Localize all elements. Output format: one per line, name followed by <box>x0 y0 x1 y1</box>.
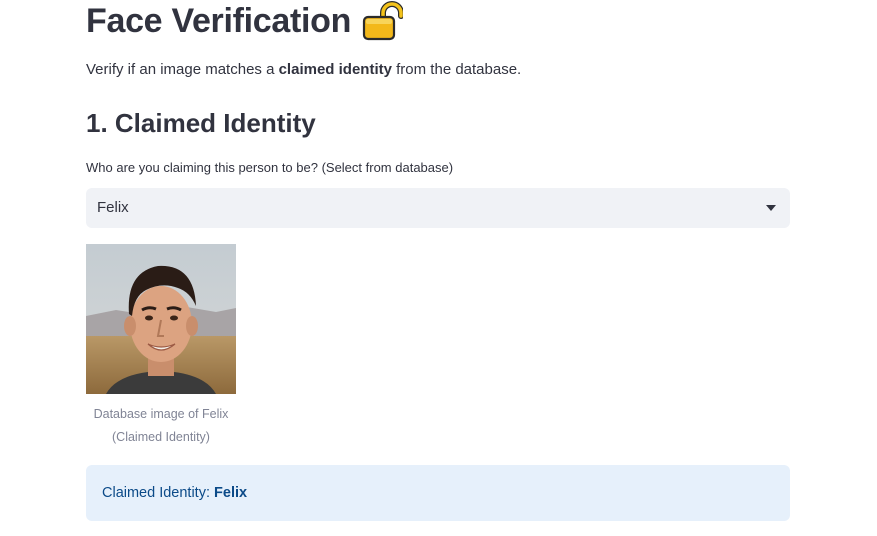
lock-icon <box>361 1 405 41</box>
intro-text: Verify if an image matches a claimed ide… <box>86 60 521 80</box>
identity-select[interactable]: Felix <box>86 188 790 228</box>
identity-select-label: Who are you claiming this person to be? … <box>86 160 454 175</box>
chevron-down-icon[interactable] <box>766 205 776 211</box>
caption-line-2: (Claimed Identity) <box>112 430 210 444</box>
title-row: Face Verification <box>86 0 405 42</box>
intro-prefix: Verify if an image matches a <box>86 61 279 78</box>
page-title: Face Verification <box>86 2 352 40</box>
app-page: Face Verification Verify if an image mat… <box>0 0 877 536</box>
caption-line-1: Database image of Felix <box>93 407 229 421</box>
identity-select-value: Felix <box>97 199 129 216</box>
intro-suffix: from the database. <box>391 61 522 78</box>
info-value: Felix <box>214 485 248 501</box>
info-label: Claimed Identity: <box>102 485 215 501</box>
intro-emphasis: claimed identity <box>278 61 392 78</box>
database-image-caption: Database image of Felix (Claimed Identit… <box>86 403 236 449</box>
section-heading: 1. Claimed Identity <box>86 108 316 138</box>
database-image <box>86 244 236 394</box>
claimed-identity-info: Claimed Identity: Felix <box>86 465 790 521</box>
